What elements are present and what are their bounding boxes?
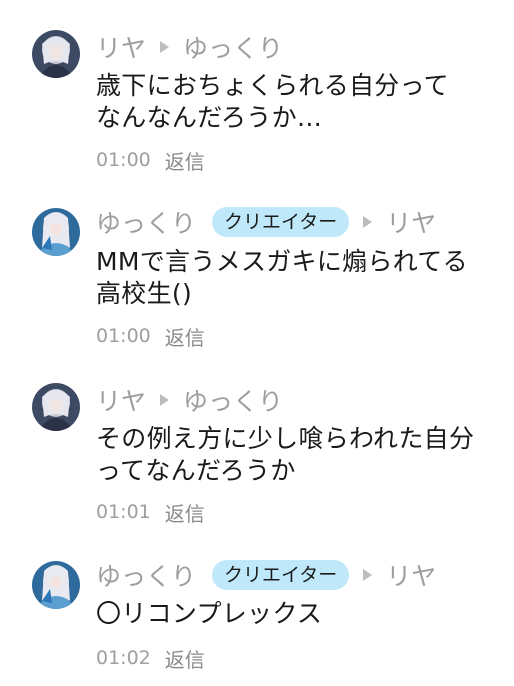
comment-text-line: MMで言うメスガキに煽られてる: [96, 247, 468, 276]
timestamp: 01:01: [96, 501, 151, 523]
reply-to-name[interactable]: ゆっくり: [183, 382, 283, 418]
comment-meta: 01:00 返信: [96, 146, 205, 174]
comment-meta: 01:01 返信: [96, 498, 205, 526]
reply-button[interactable]: 返信: [165, 644, 205, 673]
reply-to-name[interactable]: リヤ: [386, 557, 436, 593]
creator-badge: クリエイター: [212, 560, 350, 590]
reply-arrow-icon: [363, 569, 373, 581]
comment-meta: 01:00 返信: [96, 322, 205, 350]
reply-arrow-icon: [160, 394, 170, 406]
avatar[interactable]: [32, 561, 80, 609]
comment-text-line: その例え方に少し喰らわれた自分: [96, 424, 475, 453]
comment-text-line: 〇リコンプレックス: [96, 599, 323, 628]
avatar[interactable]: [32, 208, 80, 256]
comment-text-line: なんなんだろうか…: [96, 103, 323, 132]
reply-arrow-icon: [160, 41, 170, 53]
author-name[interactable]: リヤ: [96, 382, 146, 418]
comment-meta: 01:02 返信: [96, 644, 205, 672]
comment-header: ゆっくり クリエイター リヤ: [96, 206, 436, 238]
author-name[interactable]: ゆっくり: [96, 557, 196, 593]
comment-text-line: 歳下におちょくられる自分って: [96, 71, 449, 100]
comment-header: ゆっくり クリエイター リヤ: [96, 559, 436, 591]
timestamp: 01:00: [96, 149, 151, 171]
reply-button[interactable]: 返信: [165, 322, 205, 351]
comment-header: リヤ ゆっくり: [96, 31, 283, 63]
creator-badge: クリエイター: [212, 207, 350, 237]
comment-text: 歳下におちょくられる自分って なんなんだろうか…: [96, 70, 508, 134]
comment-text: その例え方に少し喰らわれた自分 ってなんだろうか: [96, 423, 508, 487]
comment-text-line: 高校生(): [96, 279, 193, 308]
reply-arrow-icon: [363, 216, 373, 228]
timestamp: 01:02: [96, 647, 151, 669]
reply-button[interactable]: 返信: [165, 498, 205, 527]
avatar[interactable]: [32, 30, 80, 78]
reply-to-name[interactable]: ゆっくり: [183, 29, 283, 65]
reply-to-name[interactable]: リヤ: [386, 204, 436, 240]
author-name[interactable]: ゆっくり: [96, 204, 196, 240]
comment-text: 〇リコンプレックス: [96, 598, 508, 630]
comment-text-line: ってなんだろうか: [96, 456, 296, 485]
comment-header: リヤ ゆっくり: [96, 384, 283, 416]
avatar[interactable]: [32, 383, 80, 431]
timestamp: 01:00: [96, 325, 151, 347]
reply-button[interactable]: 返信: [165, 146, 205, 175]
comment-text: MMで言うメスガキに煽られてる 高校生(): [96, 246, 508, 310]
author-name[interactable]: リヤ: [96, 29, 146, 65]
